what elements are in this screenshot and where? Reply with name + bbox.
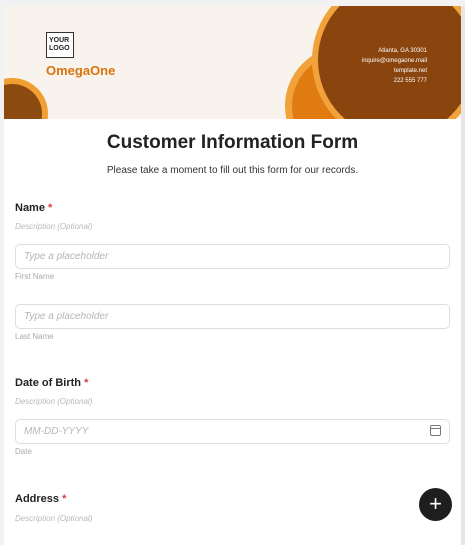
required-marker: *: [48, 202, 53, 214]
contact-website: template.net: [393, 68, 427, 74]
plus-icon: +: [429, 491, 442, 516]
form-header: YOUR LOGO OmegaOne Atlanta, GA 30301 inq…: [4, 6, 461, 119]
form-title: Customer Information Form: [106, 132, 359, 153]
scrollbar[interactable]: [461, 6, 465, 545]
dob-label: Date of Birth *: [15, 377, 88, 389]
contact-info: Atlanta, GA 30301 inquire@omegaone.mail …: [362, 46, 427, 86]
last-name-input[interactable]: Type a placeholder: [15, 304, 450, 329]
dob-label-text: Date of Birth: [15, 377, 81, 389]
add-element-button[interactable]: +: [419, 488, 452, 521]
required-marker: *: [62, 493, 67, 505]
address-label: Address *: [15, 493, 66, 505]
address-description[interactable]: Description (Optional): [15, 514, 92, 523]
first-name-hint: First Name: [15, 272, 55, 281]
contact-phone: 222 555 777: [393, 78, 427, 84]
address-label-text: Address: [15, 493, 60, 505]
last-name-hint: Last Name: [15, 332, 54, 341]
name-description[interactable]: Description (Optional): [15, 222, 92, 231]
date-placeholder: MM-DD-YYYY: [24, 426, 89, 437]
form-page: YOUR LOGO OmegaOne Atlanta, GA 30301 inq…: [4, 6, 461, 545]
required-marker: *: [84, 377, 89, 389]
decorative-circle-left: [4, 78, 48, 119]
logo-placeholder: YOUR LOGO: [46, 32, 74, 58]
calendar-icon[interactable]: [430, 425, 441, 436]
brand-name: OmegaOne: [46, 63, 116, 78]
dob-description[interactable]: Description (Optional): [15, 397, 92, 406]
contact-email: inquire@omegaone.mail: [361, 58, 427, 64]
contact-address: Atlanta, GA 30301: [378, 48, 427, 54]
first-name-input[interactable]: Type a placeholder: [15, 244, 450, 269]
name-label-text: Name: [15, 202, 45, 214]
form-subtitle: Please take a moment to fill out this fo…: [106, 165, 359, 176]
date-hint: Date: [15, 447, 32, 456]
name-label: Name *: [15, 202, 52, 214]
date-of-birth-input[interactable]: MM-DD-YYYY: [15, 419, 450, 444]
